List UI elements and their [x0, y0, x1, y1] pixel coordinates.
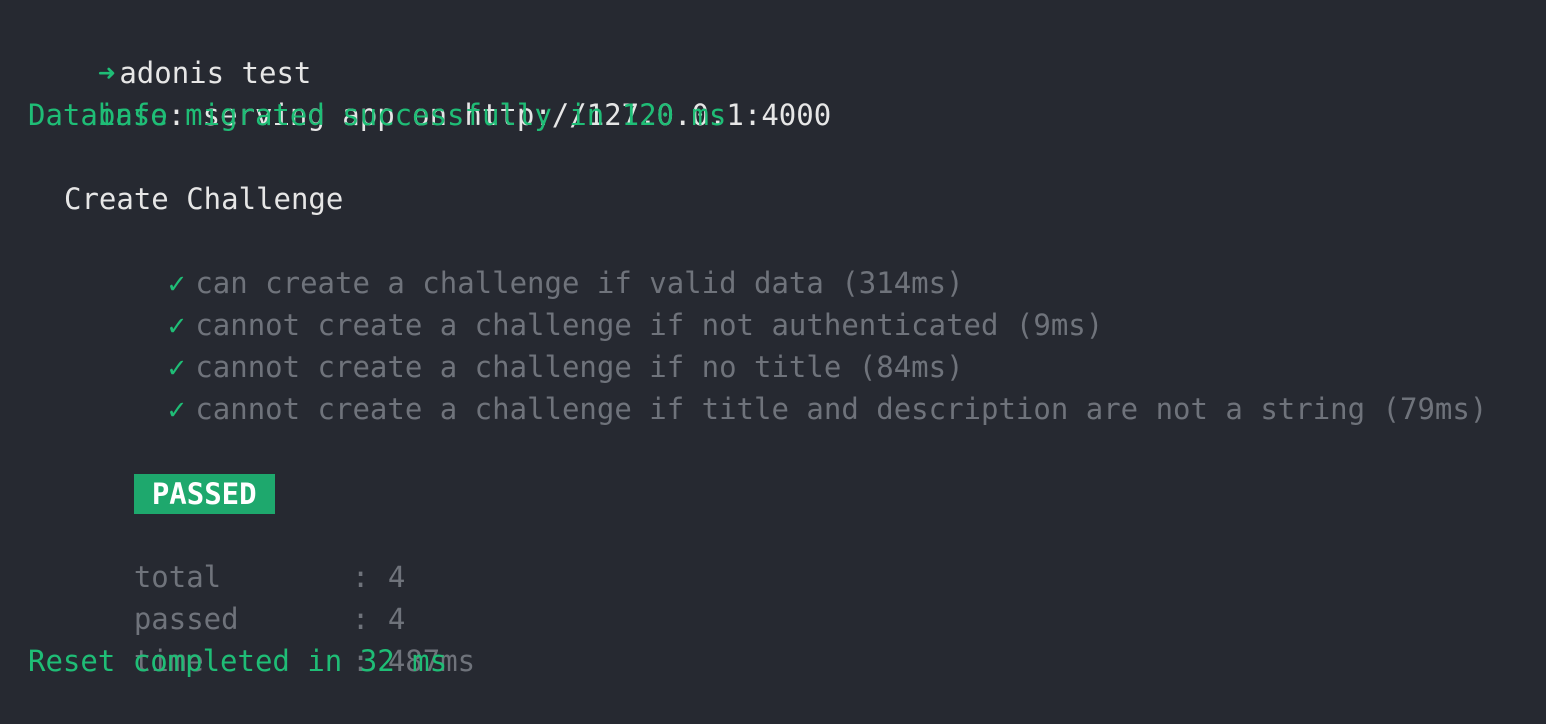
summary-value: 4	[387, 560, 406, 594]
summary-separator: :	[351, 602, 370, 636]
checkmark-icon: ✓	[167, 392, 186, 426]
test-result-label: cannot create a challenge if no title (8…	[195, 350, 964, 384]
command-text: adonis test	[119, 56, 312, 90]
summary-key: total	[133, 560, 222, 594]
summary-row: total:4	[28, 514, 1546, 594]
suite-title: Create Challenge	[64, 182, 344, 216]
summary-value: 4	[387, 602, 406, 636]
summary-separator: :	[351, 560, 370, 594]
command-prompt-line: ➜ adonis test	[28, 10, 1546, 90]
checkmark-icon: ✓	[167, 350, 186, 384]
test-result-label: can create a challenge if valid data (31…	[195, 266, 964, 300]
test-result-label: cannot create a challenge if not authent…	[195, 308, 1104, 342]
status-badge: PASSED	[133, 474, 275, 514]
checkmark-icon: ✓	[167, 308, 186, 342]
summary-key: passed	[133, 602, 239, 636]
test-result-label: cannot create a challenge if title and d…	[195, 392, 1488, 426]
checkmark-icon: ✓	[167, 266, 186, 300]
test-result-row: ✓ can create a challenge if valid data (3…	[28, 220, 1546, 300]
prompt-arrow-icon: ➜	[97, 56, 116, 90]
status-line: PASSED	[28, 430, 1546, 514]
reset-message: Reset completed in 32 ms	[28, 644, 448, 678]
terminal-window: ➜ adonis test info: serving app on http:/…	[0, 0, 1546, 704]
